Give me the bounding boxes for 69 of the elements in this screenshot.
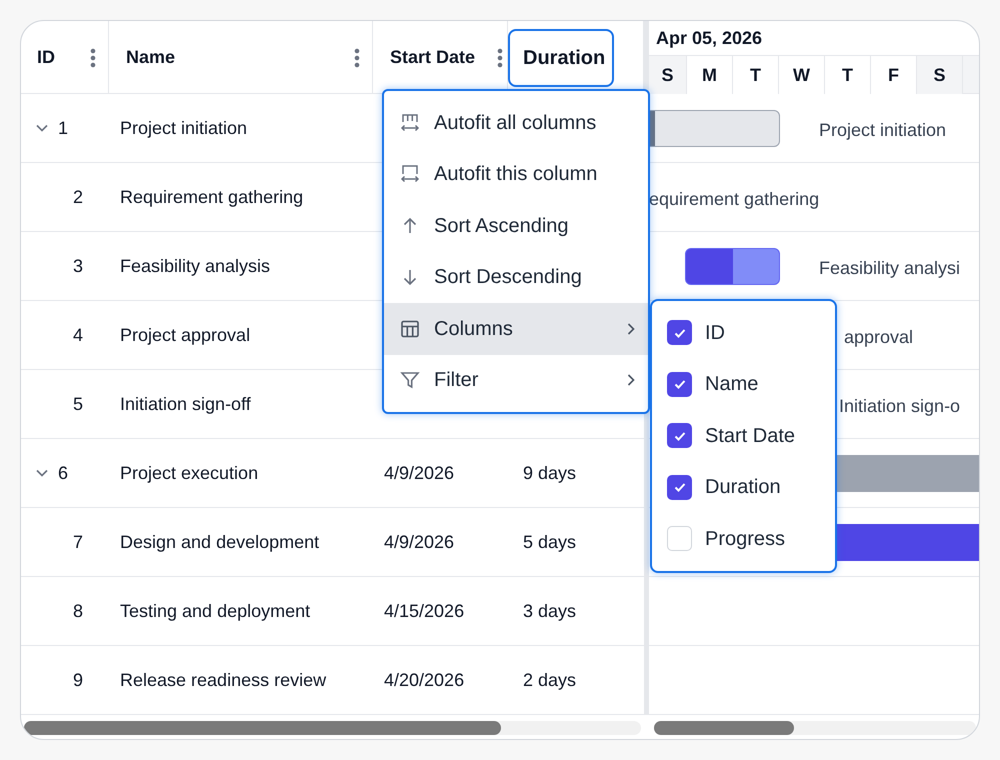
menu-item[interactable]: Autofit this column xyxy=(384,148,648,200)
filter-icon xyxy=(400,370,420,390)
checkbox[interactable] xyxy=(667,423,692,448)
day-header: W xyxy=(779,56,825,94)
checkbox[interactable] xyxy=(667,474,692,500)
menu-item[interactable]: Autofit all columns xyxy=(384,97,648,148)
duration: 3 days xyxy=(523,600,576,620)
checkbox-item[interactable]: Duration xyxy=(652,462,835,513)
start-date: 4/9/2026 xyxy=(384,462,454,482)
autofit-columns-icon xyxy=(400,112,420,133)
row-id: 7 xyxy=(73,530,84,554)
start-date: 4/9/2026 xyxy=(384,532,454,552)
task-name: Project execution xyxy=(120,462,258,482)
duration: 9 days xyxy=(523,462,576,482)
column-header[interactable]: ID xyxy=(37,44,55,71)
task-name: Release readiness review xyxy=(120,670,326,690)
checkbox[interactable] xyxy=(667,320,692,346)
day-header: T xyxy=(733,56,779,94)
day-header: T xyxy=(825,56,871,94)
menu-item[interactable]: Columns xyxy=(384,303,648,354)
duration: 2 days xyxy=(523,670,576,690)
day-header: S xyxy=(917,56,963,94)
start-date: 4/20/2026 xyxy=(384,670,464,690)
row-id: 4 xyxy=(73,324,84,346)
day-header: S xyxy=(649,56,687,94)
column-header[interactable]: Start Date xyxy=(390,44,476,71)
task-name: Initiation sign-off xyxy=(120,394,251,414)
row-id: 5 xyxy=(73,392,84,416)
autofit-column-icon xyxy=(400,164,420,184)
checkbox[interactable] xyxy=(667,372,692,397)
scrollbar-thumb[interactable] xyxy=(654,721,794,735)
column-header[interactable]: Duration xyxy=(508,28,614,86)
day-header: M xyxy=(687,56,733,94)
more-icon[interactable] xyxy=(354,48,360,68)
table-icon xyxy=(400,318,420,339)
row-id: 8 xyxy=(73,600,84,622)
column-header-label: Duration xyxy=(523,46,606,70)
column-header[interactable]: Name xyxy=(126,44,176,71)
task-name: Project approval xyxy=(120,324,250,344)
duration: 5 days xyxy=(523,532,576,552)
bar-label: approval xyxy=(844,326,914,349)
row-id: 1 xyxy=(58,116,68,140)
checkbox-item[interactable]: Progress xyxy=(652,513,835,564)
row-id: 6 xyxy=(58,462,68,484)
bar-label: Feasibility analysi xyxy=(819,257,960,280)
menu-item[interactable]: Filter xyxy=(384,354,648,406)
bar-label: equirement gathering xyxy=(649,188,820,211)
start-date: 4/15/2026 xyxy=(384,600,464,620)
checkbox-item[interactable]: ID xyxy=(652,307,835,358)
row-id: 2 xyxy=(73,186,84,208)
more-icon[interactable] xyxy=(497,48,503,68)
more-icon[interactable] xyxy=(90,48,96,68)
bar-label: Project initiation xyxy=(819,119,946,142)
menu-item[interactable]: Sort Ascending xyxy=(384,200,648,252)
task-name: Testing and deployment xyxy=(120,600,310,620)
bar-label: Initiation sign-o xyxy=(839,395,960,418)
row-id: 3 xyxy=(73,254,84,278)
task-name: Design and development xyxy=(120,532,320,552)
task-name: Requirement gathering xyxy=(120,186,304,206)
checkbox-item[interactable]: Start Date xyxy=(652,410,835,462)
scrollbar-thumb[interactable] xyxy=(24,721,501,735)
day-header: F xyxy=(871,56,917,94)
checkbox[interactable] xyxy=(667,526,692,552)
timeline-title: Apr 05, 2026 xyxy=(656,27,762,50)
checkbox-item[interactable]: Name xyxy=(652,358,835,410)
task-name: Feasibility analysis xyxy=(120,256,270,276)
task-name: Project initiation xyxy=(120,118,248,138)
menu-item[interactable]: Sort Descending xyxy=(384,252,648,303)
row-id: 9 xyxy=(73,668,84,692)
